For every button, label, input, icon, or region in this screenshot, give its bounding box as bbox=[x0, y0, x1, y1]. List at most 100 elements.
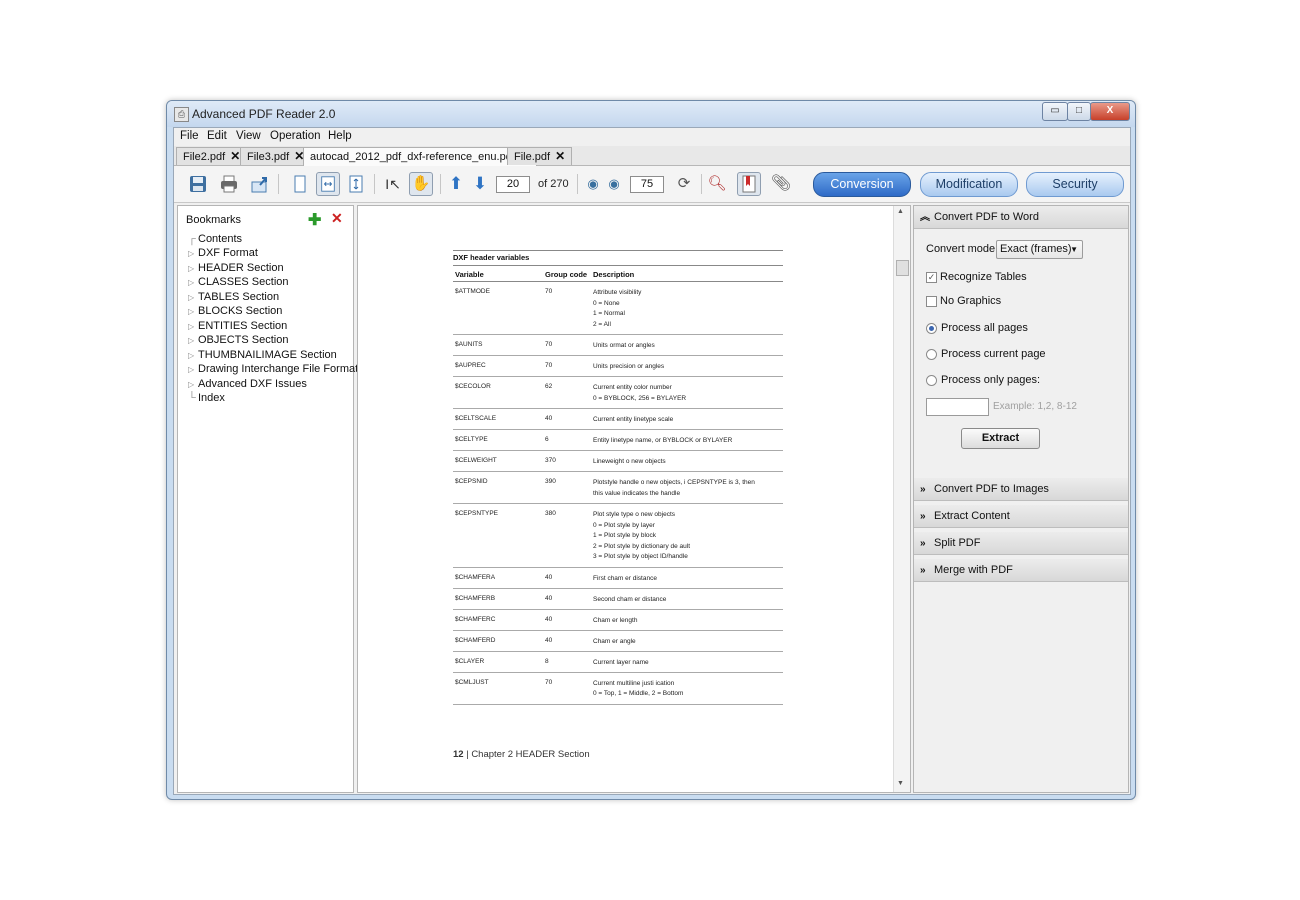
tab-label: File.pdf bbox=[514, 151, 551, 163]
maximize-button[interactable]: □ bbox=[1067, 102, 1091, 121]
fit-width-icon[interactable] bbox=[344, 172, 368, 196]
scroll-down-icon[interactable]: ▼ bbox=[897, 780, 904, 787]
expand-arrow-icon[interactable]: ▷ bbox=[188, 264, 198, 273]
table-row: $CELTSCALE 40 Current entity linetype scal… bbox=[453, 409, 783, 430]
bookmark-item[interactable]: ▷ TABLES Section bbox=[188, 291, 279, 303]
menu-operation[interactable]: Operation bbox=[270, 130, 321, 142]
rotate-icon[interactable]: ⟳ bbox=[672, 172, 696, 196]
bookmark-item[interactable]: ┌ Contents bbox=[188, 233, 242, 245]
minimize-button[interactable]: ▭ bbox=[1042, 102, 1068, 121]
pages-input[interactable] bbox=[926, 398, 989, 416]
tab-modification[interactable]: Modification bbox=[920, 172, 1018, 197]
tab-file3[interactable]: File3.pdf ✕ bbox=[240, 147, 312, 165]
arrow-up-icon[interactable]: ⬆ bbox=[444, 172, 468, 196]
bookmark-item[interactable]: ▷ CLASSES Section bbox=[188, 276, 289, 288]
group-code-cell: 70 bbox=[545, 288, 553, 295]
expand-arrow-icon[interactable]: ▷ bbox=[188, 365, 198, 374]
process-only-radio[interactable] bbox=[926, 375, 937, 386]
description-cell: Second cham er distance bbox=[593, 595, 666, 606]
process-current-label: Process current page bbox=[941, 348, 1046, 360]
tree-line-icon: └ bbox=[188, 392, 196, 404]
hand-tool-icon[interactable]: ✋ bbox=[409, 172, 433, 196]
expand-arrow-icon[interactable]: ▷ bbox=[188, 249, 198, 258]
bookmark-item[interactable]: ▷ HEADER Section bbox=[188, 262, 284, 274]
section-convert-to-images[interactable]: » Convert PDF to Images bbox=[914, 478, 1128, 501]
delete-bookmark-icon[interactable]: ✕ bbox=[331, 210, 343, 227]
tab-file[interactable]: File.pdf ✕ bbox=[507, 147, 573, 165]
group-code-cell: 40 bbox=[545, 594, 553, 602]
bookmark-item[interactable]: ▷ THUMBNAILIMAGE Section bbox=[188, 349, 337, 361]
bookmark-label: HEADER Section bbox=[198, 262, 284, 274]
close-button[interactable]: X bbox=[1090, 102, 1130, 121]
variable-cell: $CHAMFERB bbox=[455, 594, 496, 602]
zoom-input[interactable]: 75 bbox=[630, 176, 664, 193]
group-code-cell: 370 bbox=[545, 457, 556, 464]
variable-cell: $CLAYER bbox=[455, 657, 485, 665]
section-split-pdf[interactable]: » Split PDF bbox=[914, 532, 1128, 555]
bookmark-item[interactable]: ▷ BLOCKS Section bbox=[188, 305, 282, 317]
add-bookmark-icon[interactable]: ✚ bbox=[308, 210, 321, 230]
menu-edit[interactable]: Edit bbox=[207, 130, 227, 142]
bookmark-item[interactable]: ▷ DXF Format bbox=[188, 247, 258, 259]
process-all-radio[interactable] bbox=[926, 323, 937, 334]
scroll-up-icon[interactable]: ▲ bbox=[897, 208, 904, 215]
table-row: $CHAMFERC 40 Cham er length bbox=[453, 610, 783, 631]
expand-icon: » bbox=[920, 565, 926, 576]
section-extract-content[interactable]: » Extract Content bbox=[914, 505, 1128, 528]
description-cell: Plot style type o new objects 0 = Plot st… bbox=[593, 510, 690, 563]
table-title: DXF header variables bbox=[453, 250, 783, 266]
expand-arrow-icon[interactable]: ▷ bbox=[188, 307, 198, 316]
section-convert-to-word[interactable]: ︽ Convert PDF to Word bbox=[914, 206, 1128, 229]
extract-button[interactable]: Extract bbox=[961, 428, 1040, 449]
toolbar-separator bbox=[374, 174, 375, 194]
bookmark-item[interactable]: ▷ Advanced DXF Issues bbox=[188, 378, 307, 390]
arrow-down-icon[interactable]: ⬇ bbox=[468, 172, 492, 196]
expand-icon: » bbox=[920, 511, 926, 522]
bookmark-item[interactable]: ▷ OBJECTS Section bbox=[188, 334, 288, 346]
scroll-thumb[interactable] bbox=[896, 260, 909, 276]
tab-file2[interactable]: File2.pdf ✕ bbox=[176, 147, 248, 165]
bookmark-item[interactable]: ▷ ENTITIES Section bbox=[188, 320, 287, 332]
text-select-icon[interactable]: I↖ bbox=[381, 172, 405, 196]
attachment-icon[interactable]: 📎︎ bbox=[769, 172, 793, 196]
menu-help[interactable]: Help bbox=[328, 130, 352, 142]
bookmark-icon[interactable] bbox=[737, 172, 761, 196]
variable-cell: $AUNITS bbox=[455, 341, 483, 348]
toolbar-separator bbox=[278, 174, 279, 194]
fit-page-icon[interactable] bbox=[316, 172, 340, 196]
chevron-down-icon: ▼ bbox=[1070, 245, 1078, 254]
bookmark-item[interactable]: ▷ Drawing Interchange File Formats bbox=[188, 363, 364, 375]
expand-arrow-icon[interactable]: ▷ bbox=[188, 351, 198, 360]
group-code-cell: 62 bbox=[545, 383, 553, 390]
print-icon[interactable] bbox=[217, 172, 241, 196]
menu-view[interactable]: View bbox=[236, 130, 261, 142]
search-icon[interactable]: 🔍︎ bbox=[705, 172, 729, 196]
close-tab-icon[interactable]: ✕ bbox=[555, 149, 565, 163]
export-icon[interactable] bbox=[248, 172, 272, 196]
recognize-tables-checkbox[interactable]: ✓ bbox=[926, 272, 937, 283]
menu-file[interactable]: File bbox=[180, 130, 199, 142]
description-cell: Entity linetype name, or BYBLOCK or BYLA… bbox=[593, 436, 732, 447]
expand-arrow-icon[interactable]: ▷ bbox=[188, 322, 198, 331]
title-bar[interactable]: ⎙ Advanced PDF Reader 2.0 ▭ □ X bbox=[167, 101, 1135, 127]
tab-conversion[interactable]: Conversion bbox=[813, 172, 911, 197]
save-icon[interactable] bbox=[186, 172, 210, 196]
tab-autocad[interactable]: autocad_2012_pdf_dxf-reference_enu.pdf✕ bbox=[303, 147, 537, 166]
expand-arrow-icon[interactable]: ▷ bbox=[188, 293, 198, 302]
page-number-input[interactable]: 20 bbox=[496, 176, 530, 193]
expand-arrow-icon[interactable]: ▷ bbox=[188, 380, 198, 389]
section-label: Split PDF bbox=[934, 537, 981, 549]
section-merge-pdf[interactable]: » Merge with PDF bbox=[914, 559, 1128, 582]
vertical-scrollbar[interactable]: ▲ ▼ bbox=[893, 206, 910, 792]
expand-arrow-icon[interactable]: ▷ bbox=[188, 278, 198, 287]
close-tab-icon[interactable]: ✕ bbox=[230, 149, 240, 163]
convert-mode-select[interactable]: Exact (frames) ▼ bbox=[996, 240, 1083, 259]
single-page-icon[interactable] bbox=[288, 172, 312, 196]
no-graphics-checkbox[interactable] bbox=[926, 296, 937, 307]
zoom-out-icon[interactable]: ◉ bbox=[602, 172, 626, 196]
tab-security[interactable]: Security bbox=[1026, 172, 1124, 197]
document-view[interactable]: DXF header variables Variable Group code… bbox=[357, 205, 911, 793]
bookmark-item[interactable]: └ Index bbox=[188, 392, 225, 404]
expand-arrow-icon[interactable]: ▷ bbox=[188, 336, 198, 345]
process-current-radio[interactable] bbox=[926, 349, 937, 360]
